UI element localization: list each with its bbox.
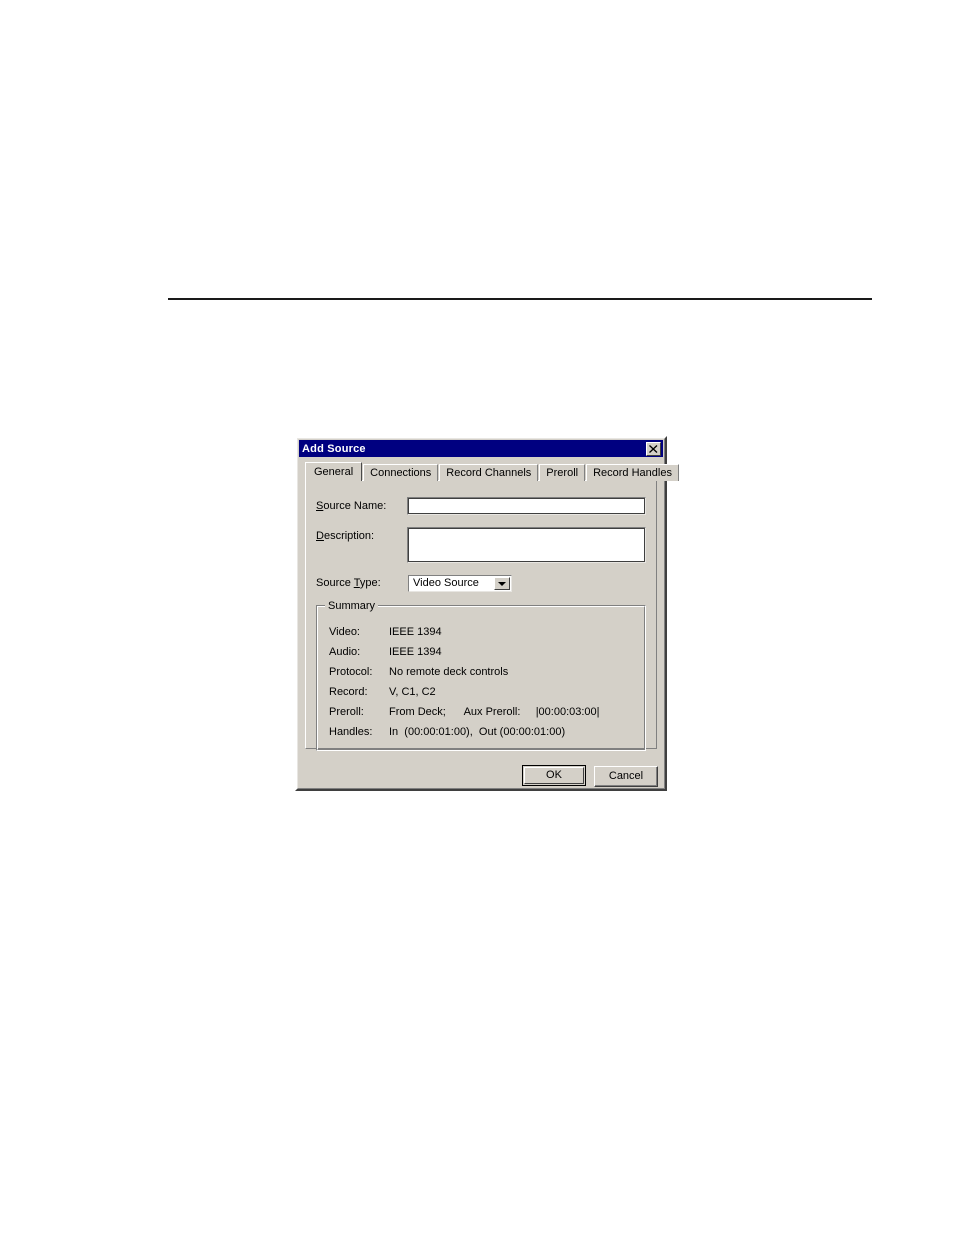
tab-general[interactable]: General bbox=[305, 462, 363, 481]
source-name-row: Source Name: bbox=[316, 497, 646, 515]
summary-groupbox-title: Summary bbox=[325, 600, 379, 612]
summary-key-video: Video: bbox=[329, 626, 360, 638]
summary-value-protocol: No remote deck controls bbox=[389, 666, 509, 678]
source-type-label: Source Type: bbox=[316, 577, 381, 589]
tab-connections[interactable]: Connections bbox=[363, 464, 439, 481]
summary-key-handles: Handles: bbox=[329, 726, 373, 738]
description-label: Description: bbox=[316, 530, 375, 542]
add-source-dialog: Add Source General Connections Record Ch… bbox=[295, 436, 679, 791]
page-horizontal-rule bbox=[168, 298, 872, 300]
summary-value-handles: In (00:00:01:00), Out (00:00:01:00) bbox=[389, 726, 566, 738]
tab-panel-general: Source Name: Description: Source Type: V… bbox=[305, 480, 657, 751]
close-button[interactable] bbox=[646, 441, 661, 456]
tab-record-channels-label: Record Channels bbox=[446, 467, 532, 479]
summary-groupbox: Summary Video: IEEE 1394 Audio: IEEE 139… bbox=[316, 600, 646, 751]
source-type-value: Video Source bbox=[413, 577, 479, 589]
source-name-label: Source Name: bbox=[316, 500, 387, 512]
dialog-title-bar[interactable]: Add Source bbox=[299, 440, 663, 457]
summary-key-audio: Audio: bbox=[329, 646, 361, 658]
description-input[interactable] bbox=[406, 527, 646, 563]
summary-value-video: IEEE 1394 bbox=[389, 626, 442, 638]
ok-button[interactable]: OK bbox=[522, 765, 586, 786]
summary-rows: Video: IEEE 1394 Audio: IEEE 1394 Protoc… bbox=[329, 622, 639, 742]
tab-record-handles[interactable]: Record Handles bbox=[586, 464, 679, 481]
dialog-title: Add Source bbox=[302, 442, 366, 455]
tab-record-channels[interactable]: Record Channels bbox=[439, 464, 539, 481]
source-type-select[interactable]: Video Source bbox=[408, 575, 512, 592]
tab-record-handles-label: Record Handles bbox=[593, 467, 672, 479]
summary-row-protocol: Protocol: No remote deck controls bbox=[329, 662, 639, 682]
summary-row-preroll: Preroll: From Deck; Aux Preroll: |00:00:… bbox=[329, 702, 639, 722]
summary-key-protocol: Protocol: bbox=[329, 666, 373, 678]
description-row: Description: bbox=[316, 527, 646, 563]
summary-row-video: Video: IEEE 1394 bbox=[329, 622, 639, 642]
summary-key-record: Record: bbox=[329, 686, 368, 698]
tab-strip: General Connections Record Channels Prer… bbox=[305, 462, 679, 481]
summary-key-preroll: Preroll: bbox=[329, 706, 364, 718]
summary-value-audio: IEEE 1394 bbox=[389, 646, 442, 658]
summary-value-preroll: From Deck; Aux Preroll: |00:00:03:00| bbox=[389, 706, 600, 718]
tab-preroll[interactable]: Preroll bbox=[539, 464, 586, 481]
summary-row-handles: Handles: In (00:00:01:00), Out (00:00:01… bbox=[329, 722, 639, 742]
tab-general-label: General bbox=[314, 466, 354, 478]
chevron-down-icon[interactable] bbox=[494, 577, 510, 590]
cancel-button[interactable]: Cancel bbox=[594, 766, 658, 787]
tab-connections-label: Connections bbox=[370, 467, 432, 479]
cancel-button-label: Cancel bbox=[608, 770, 644, 782]
source-name-input[interactable] bbox=[406, 497, 646, 515]
summary-row-audio: Audio: IEEE 1394 bbox=[329, 642, 639, 662]
ok-button-label: OK bbox=[546, 769, 562, 781]
tab-preroll-label: Preroll bbox=[546, 467, 579, 479]
close-icon bbox=[649, 444, 658, 453]
summary-value-record: V, C1, C2 bbox=[389, 686, 436, 698]
source-type-row: Source Type: Video Source bbox=[316, 575, 646, 592]
summary-row-record: Record: V, C1, C2 bbox=[329, 682, 639, 702]
